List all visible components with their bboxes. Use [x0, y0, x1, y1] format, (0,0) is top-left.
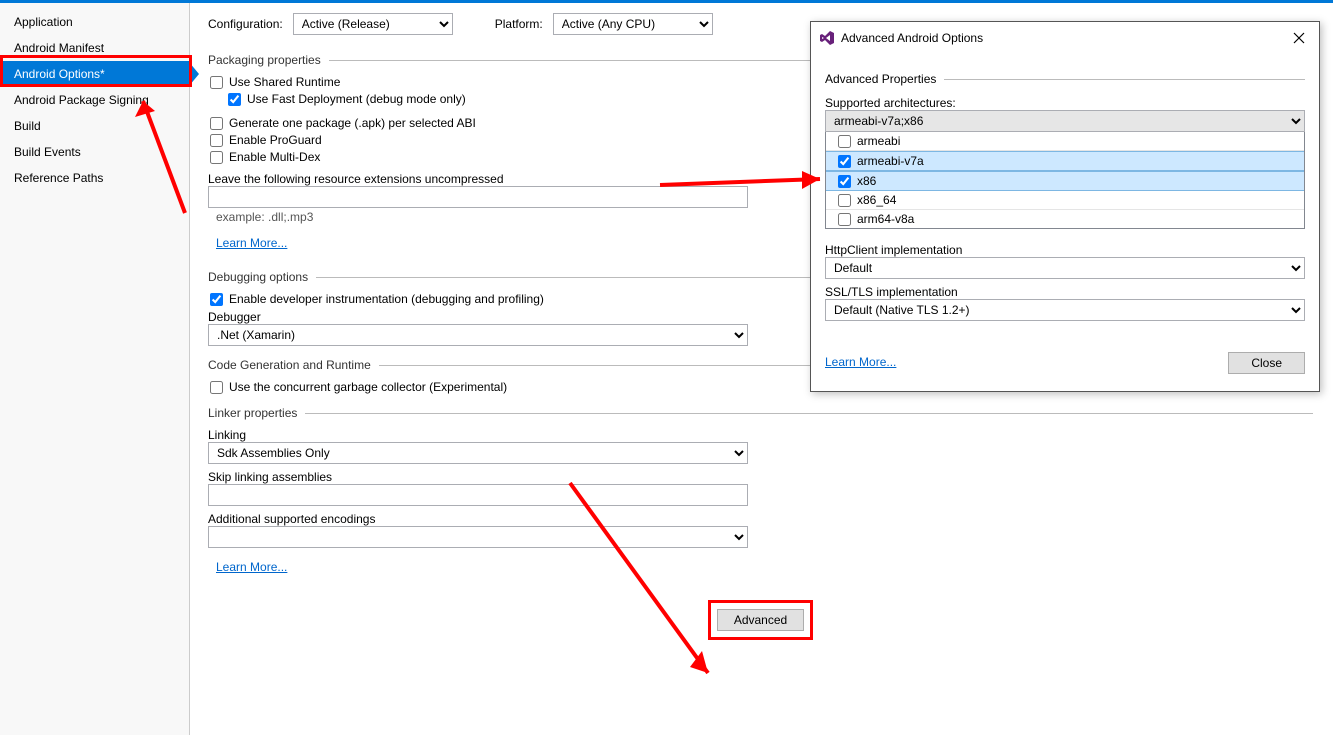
use-shared-runtime-checkbox[interactable]: [210, 76, 223, 89]
concurrent-gc-checkbox[interactable]: [210, 381, 223, 394]
one-package-per-abi-label: Generate one package (.apk) per selected…: [229, 116, 476, 130]
uncompressed-extensions-input[interactable]: [208, 186, 748, 208]
arch-checkbox-arm64-v8a[interactable]: [838, 213, 851, 226]
sidebar-item-label: Android Package Signing: [14, 93, 149, 107]
additional-encodings-select[interactable]: [208, 526, 748, 548]
close-icon: [1293, 32, 1305, 44]
platform-select[interactable]: Active (Any CPU): [553, 13, 713, 35]
skip-linking-label: Skip linking assemblies: [208, 470, 1313, 484]
sidebar-item-label: Application: [14, 15, 73, 29]
enable-multidex-checkbox[interactable]: [210, 151, 223, 164]
sidebar: Application Android Manifest Android Opt…: [0, 3, 190, 735]
visual-studio-icon: [819, 30, 835, 46]
dialog-learn-more-link[interactable]: Learn More...: [825, 355, 896, 369]
advanced-button-highlight: Advanced: [708, 600, 813, 640]
debugger-select[interactable]: .Net (Xamarin): [208, 324, 748, 346]
enable-dev-instrumentation-checkbox[interactable]: [210, 293, 223, 306]
supported-architectures-select[interactable]: armeabi-v7a;x86: [825, 110, 1305, 132]
use-fast-deployment-label: Use Fast Deployment (debug mode only): [247, 92, 466, 106]
linking-select[interactable]: Sdk Assemblies Only: [208, 442, 748, 464]
sidebar-item-android-package-signing[interactable]: Android Package Signing: [0, 87, 189, 113]
sidebar-item-label: Reference Paths: [14, 171, 103, 185]
section-title-debugging: Debugging options: [208, 270, 308, 284]
advanced-button[interactable]: Advanced: [717, 609, 804, 631]
arch-item-x86[interactable]: x86: [826, 171, 1304, 191]
sidebar-item-label: Android Manifest: [14, 41, 104, 55]
sidebar-item-reference-paths[interactable]: Reference Paths: [0, 165, 189, 191]
advanced-android-options-dialog: Advanced Android Options Advanced Proper…: [810, 21, 1320, 392]
supported-architectures-label: Supported architectures:: [825, 96, 1305, 110]
enable-multidex-label: Enable Multi-Dex: [229, 150, 320, 164]
ssl-tls-label: SSL/TLS implementation: [825, 285, 1305, 299]
sidebar-item-application[interactable]: Application: [0, 9, 189, 35]
sidebar-item-build[interactable]: Build: [0, 113, 189, 139]
arch-checkbox-armeabi[interactable]: [838, 135, 851, 148]
arch-item-armeabi-v7a[interactable]: armeabi-v7a: [826, 151, 1304, 171]
dialog-close-button[interactable]: [1285, 28, 1313, 48]
arch-checkbox-armeabi-v7a[interactable]: [838, 155, 851, 168]
linker-learn-more-link[interactable]: Learn More...: [216, 560, 287, 574]
ssl-tls-select[interactable]: Default (Native TLS 1.2+): [825, 299, 1305, 321]
configuration-label: Configuration:: [208, 17, 283, 31]
platform-label: Platform:: [495, 17, 543, 31]
supported-architectures-list: armeabi armeabi-v7a x86 x86_64 arm64-v8a: [825, 132, 1305, 229]
configuration-select[interactable]: Active (Release): [293, 13, 453, 35]
arch-item-armeabi[interactable]: armeabi: [826, 132, 1304, 151]
use-shared-runtime-label: Use Shared Runtime: [229, 75, 340, 89]
one-package-per-abi-checkbox[interactable]: [210, 117, 223, 130]
sidebar-item-label: Build: [14, 119, 41, 133]
section-title-codegen: Code Generation and Runtime: [208, 358, 371, 372]
sidebar-item-build-events[interactable]: Build Events: [0, 139, 189, 165]
sidebar-item-android-options[interactable]: Android Options*: [0, 61, 189, 87]
section-title-linker: Linker properties: [208, 406, 297, 420]
enable-proguard-label: Enable ProGuard: [229, 133, 322, 147]
sidebar-item-label: Android Options*: [14, 67, 105, 81]
arch-checkbox-x86[interactable]: [838, 175, 851, 188]
arch-item-x86-64[interactable]: x86_64: [826, 191, 1304, 210]
use-fast-deployment-checkbox[interactable]: [228, 93, 241, 106]
dialog-close-footer-button[interactable]: Close: [1228, 352, 1305, 374]
dialog-title: Advanced Android Options: [841, 31, 1285, 45]
dialog-section-title: Advanced Properties: [825, 72, 936, 86]
sidebar-item-label: Build Events: [14, 145, 81, 159]
linking-label: Linking: [208, 428, 1313, 442]
enable-proguard-checkbox[interactable]: [210, 134, 223, 147]
sidebar-item-android-manifest[interactable]: Android Manifest: [0, 35, 189, 61]
arch-checkbox-x86-64[interactable]: [838, 194, 851, 207]
skip-linking-input[interactable]: [208, 484, 748, 506]
arch-item-arm64-v8a[interactable]: arm64-v8a: [826, 210, 1304, 228]
section-title-packaging: Packaging properties: [208, 53, 321, 67]
enable-dev-instrumentation-label: Enable developer instrumentation (debugg…: [229, 292, 544, 306]
additional-encodings-label: Additional supported encodings: [208, 512, 1313, 526]
packaging-learn-more-link[interactable]: Learn More...: [216, 236, 287, 250]
httpclient-label: HttpClient implementation: [825, 243, 1305, 257]
concurrent-gc-label: Use the concurrent garbage collector (Ex…: [229, 380, 507, 394]
httpclient-select[interactable]: Default: [825, 257, 1305, 279]
